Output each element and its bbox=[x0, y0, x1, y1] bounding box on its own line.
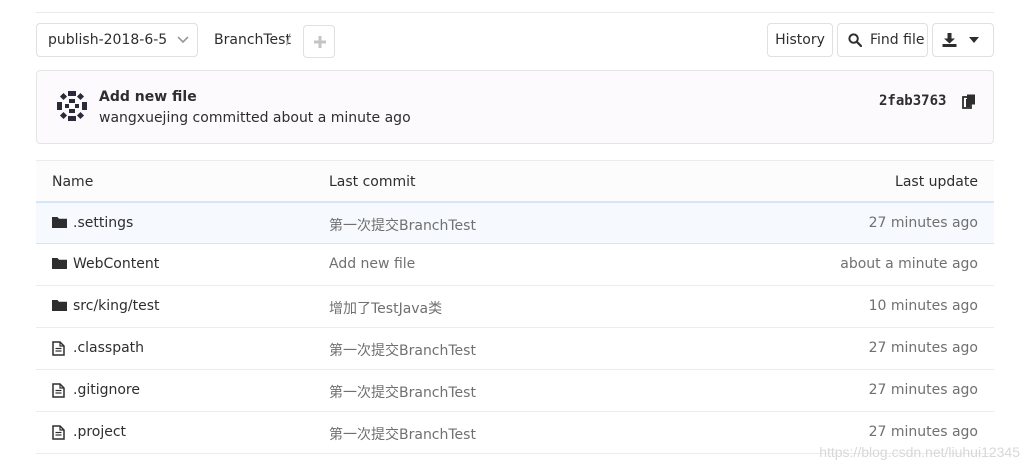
column-header-last-commit: Last commit bbox=[329, 174, 416, 190]
file-icon bbox=[52, 425, 65, 440]
commit-sha-link[interactable]: 2fab3763 bbox=[879, 93, 946, 109]
commit-message-link[interactable]: 第一次提交BranchTest bbox=[329, 424, 476, 444]
commit-message-link[interactable]: 第一次提交BranchTest bbox=[329, 215, 476, 235]
file-name-link[interactable]: .project bbox=[73, 424, 126, 440]
search-icon bbox=[848, 33, 862, 47]
avatar bbox=[57, 91, 87, 121]
commit-message-link[interactable]: 第一次提交BranchTest bbox=[329, 382, 476, 402]
watermark-text: https://blog.csdn.net/liuhui12345 bbox=[819, 444, 1020, 460]
chevron-down-icon bbox=[177, 36, 189, 44]
file-name-link[interactable]: .gitignore bbox=[73, 382, 140, 398]
breadcrumb-project-link[interactable]: BranchTest bbox=[214, 23, 291, 57]
repository-toolbar: publish-2018-6-5 BranchTest / History Fi… bbox=[36, 23, 994, 59]
column-header-name: Name bbox=[52, 174, 94, 190]
repository-files-page: publish-2018-6-5 BranchTest / History Fi… bbox=[0, 0, 1028, 470]
history-button[interactable]: History bbox=[767, 23, 833, 57]
add-to-tree-button[interactable] bbox=[303, 25, 335, 58]
updated-time: about a minute ago bbox=[840, 256, 978, 272]
copy-icon[interactable] bbox=[962, 94, 976, 109]
table-row[interactable]: WebContent Add new file about a minute a… bbox=[36, 244, 994, 286]
caret-down-icon bbox=[969, 37, 979, 43]
folder-icon bbox=[52, 258, 67, 269]
updated-time: 27 minutes ago bbox=[868, 382, 978, 398]
folder-icon bbox=[52, 217, 67, 228]
branch-select-dropdown[interactable]: publish-2018-6-5 bbox=[36, 23, 198, 57]
table-row[interactable]: .settings 第一次提交BranchTest 27 minutes ago bbox=[36, 202, 994, 244]
commit-author-line: wangxuejing committed about a minute ago bbox=[99, 110, 411, 126]
commit-title-link[interactable]: Add new file bbox=[99, 89, 197, 105]
commit-message-link[interactable]: 增加了TestJava类 bbox=[329, 298, 442, 318]
file-tree-table: Name Last commit Last update .settings 第… bbox=[36, 160, 994, 454]
find-file-label: Find file bbox=[870, 32, 925, 48]
find-file-button[interactable]: Find file bbox=[837, 23, 928, 57]
commit-message-link[interactable]: 第一次提交BranchTest bbox=[329, 340, 476, 360]
top-divider bbox=[36, 12, 994, 13]
branch-select-label: publish-2018-6-5 bbox=[48, 32, 168, 48]
file-name-link[interactable]: WebContent bbox=[73, 256, 159, 272]
last-commit-panel: Add new file wangxuejing committed about… bbox=[36, 70, 994, 144]
download-dropdown-button[interactable] bbox=[932, 23, 994, 57]
breadcrumb-separator: / bbox=[286, 32, 291, 48]
file-name-link[interactable]: src/king/test bbox=[73, 298, 160, 314]
file-name-link[interactable]: .classpath bbox=[73, 340, 144, 356]
file-icon bbox=[52, 383, 65, 398]
updated-time: 27 minutes ago bbox=[868, 215, 978, 231]
table-header-row: Name Last commit Last update bbox=[36, 160, 994, 202]
plus-icon bbox=[314, 36, 326, 48]
updated-time: 27 minutes ago bbox=[868, 424, 978, 440]
table-row[interactable]: src/king/test 增加了TestJava类 10 minutes ag… bbox=[36, 286, 994, 328]
updated-time: 27 minutes ago bbox=[868, 340, 978, 356]
commit-message-link[interactable]: Add new file bbox=[329, 256, 415, 272]
download-icon bbox=[942, 33, 957, 47]
column-header-last-update: Last update bbox=[895, 174, 978, 190]
folder-icon bbox=[52, 300, 67, 311]
updated-time: 10 minutes ago bbox=[868, 298, 978, 314]
file-icon bbox=[52, 341, 65, 356]
table-row[interactable]: .classpath 第一次提交BranchTest 27 minutes ag… bbox=[36, 328, 994, 370]
table-row[interactable]: .gitignore 第一次提交BranchTest 27 minutes ag… bbox=[36, 370, 994, 412]
file-name-link[interactable]: .settings bbox=[73, 215, 133, 231]
